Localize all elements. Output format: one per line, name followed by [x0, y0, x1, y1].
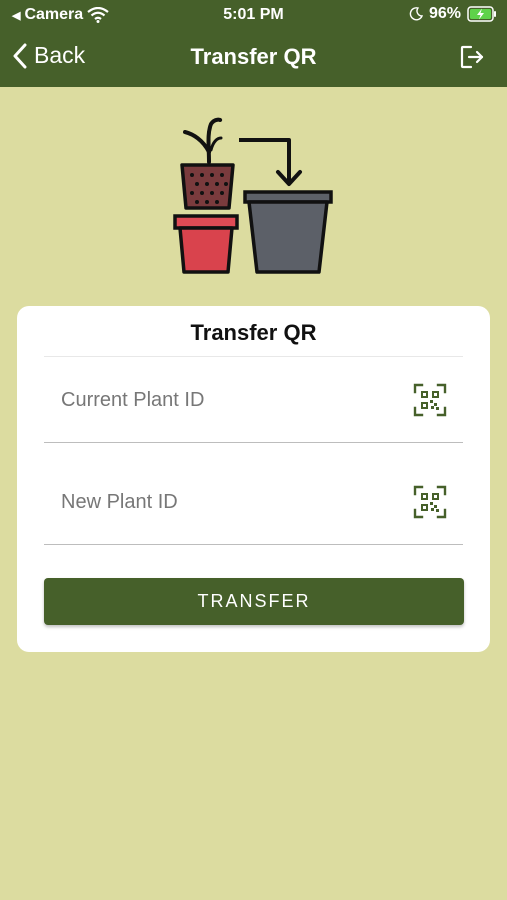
status-right: 96%	[409, 5, 497, 23]
new-plant-id-placeholder: New Plant ID	[61, 491, 178, 513]
qr-code-icon[interactable]	[413, 485, 447, 519]
battery-charging-icon	[467, 6, 496, 22]
navigation-bar: Back Transfer QR	[0, 30, 507, 87]
qr-code-icon[interactable]	[413, 383, 447, 417]
logout-button[interactable]	[459, 44, 485, 75]
plant-transfer-illustration	[173, 117, 333, 274]
status-bar: ◀ Camera 5:01 PM 96%	[0, 0, 507, 30]
transfer-button[interactable]: TRANSFER	[44, 578, 464, 625]
page-title: Transfer QR	[190, 44, 317, 69]
card-title: Transfer QR	[190, 320, 317, 345]
moon-icon	[409, 7, 423, 21]
logout-icon	[460, 45, 484, 69]
battery-percent: 96%	[428, 5, 461, 22]
current-plant-id-field[interactable]: Current Plant ID	[44, 356, 463, 443]
app-header: ◀ Camera 5:01 PM 96% Back Transfer QR	[0, 0, 507, 87]
transfer-card: Transfer QR Current Plant ID New Plant I…	[17, 306, 490, 652]
new-plant-id-field[interactable]: New Plant ID	[44, 458, 463, 545]
current-plant-id-placeholder: Current Plant ID	[61, 389, 205, 411]
